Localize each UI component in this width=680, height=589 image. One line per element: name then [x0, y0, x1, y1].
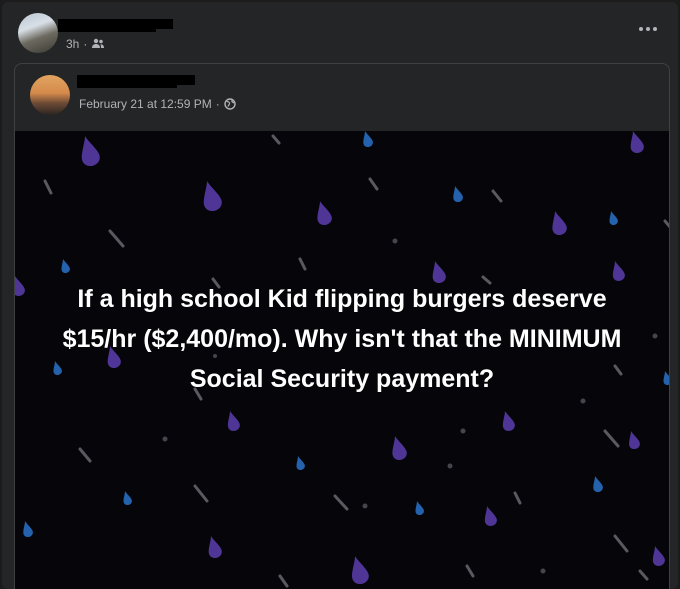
shared-post: February 21 at 12:59 PM · If a high scho… [14, 63, 670, 589]
poster-avatar[interactable] [18, 13, 58, 53]
post-card: 3h · February 21 at 12:59 PM · If a high… [2, 2, 678, 589]
globe-icon[interactable] [224, 98, 236, 110]
post-image[interactable]: If a high school Kid flipping burgers de… [15, 131, 669, 589]
shared-post-timestamp[interactable]: February 21 at 12:59 PM [79, 97, 212, 111]
post-meta: 3h · [66, 37, 105, 51]
post-timestamp[interactable]: 3h [66, 37, 79, 51]
shared-meta-separator: · [215, 97, 220, 111]
image-quote-text: If a high school Kid flipping burgers de… [62, 285, 622, 393]
redacted-poster-name-2 [58, 24, 156, 32]
shared-post-meta: February 21 at 12:59 PM · [79, 97, 236, 111]
meta-separator: · [83, 37, 88, 51]
redacted-shared-poster-name-2 [77, 80, 177, 88]
more-options-icon[interactable] [636, 22, 660, 36]
shared-poster-avatar[interactable] [30, 75, 70, 115]
friends-icon[interactable] [91, 38, 105, 50]
